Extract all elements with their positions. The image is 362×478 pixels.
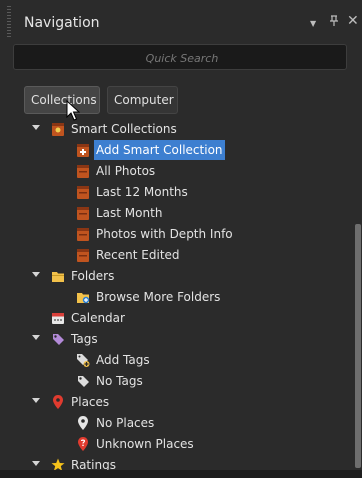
panel-title: Navigation [24,15,100,31]
pin-icon[interactable] [329,15,339,30]
collection-icon [76,163,90,179]
tree-item-calendar[interactable]: Calendar [0,308,354,328]
scrollbar-thumb[interactable] [355,224,361,468]
tree-item-recent-edited[interactable]: Recent Edited [0,245,354,265]
tree-item-label: Tags [71,332,98,346]
collection-icon [76,184,90,200]
smart-collection-icon [51,121,65,137]
mouse-cursor-icon [66,99,81,122]
tree-item-label: Add Tags [96,353,150,367]
tree-item-label: All Photos [96,164,156,178]
tree-item-label: Unknown Places [96,437,194,451]
tree-item-browse-more-folders[interactable]: Browse More Folders [0,287,354,307]
tree-item-label: Photos with Depth Info [96,227,233,241]
drag-grip[interactable] [7,6,11,38]
add-smart-collection-icon [76,142,90,158]
tree-item-folders[interactable]: Folders [0,266,354,286]
panel-titlebar[interactable]: Navigation ▼ ✕ [0,0,362,40]
navigation-panel: Navigation ▼ ✕ Collections Computer Smar… [0,0,362,478]
quick-search-field[interactable] [13,44,350,71]
tag-icon [76,373,90,389]
tab-computer[interactable]: Computer [107,86,178,114]
collections-tree: Smart Collections Add Smart Collection A… [0,118,354,478]
expand-caret-icon[interactable] [32,335,40,340]
expand-caret-icon[interactable] [32,272,40,277]
map-pin-icon [51,394,65,410]
collection-icon [76,226,90,242]
expand-caret-icon[interactable] [32,398,40,403]
tree-item-places[interactable]: Places [0,392,354,412]
tree-item-label: Last 12 Months [96,185,188,199]
tree-item-tags[interactable]: Tags [0,329,354,349]
tag-add-icon [76,352,90,368]
tree-item-label: Browse More Folders [96,290,221,304]
map-pin-unknown-icon [76,436,90,452]
tree-item-label: Recent Edited [96,248,180,262]
tree-item-all-photos[interactable]: All Photos [0,161,354,181]
tree-item-no-tags[interactable]: No Tags [0,371,354,391]
tree-item-label: Places [71,395,110,409]
tree-item-label: Smart Collections [71,122,177,136]
expand-caret-icon[interactable] [32,125,40,130]
quick-search-input[interactable] [14,45,350,71]
tree-item-last-month[interactable]: Last Month [0,203,354,223]
tree-item-last-12-months[interactable]: Last 12 Months [0,182,354,202]
calendar-icon [51,310,65,326]
tree-item-label: Folders [71,269,115,283]
tree-item-smart-collections[interactable]: Smart Collections [0,119,354,139]
tag-icon [51,331,65,347]
folder-add-icon [76,289,90,305]
tree-item-label: Calendar [71,311,125,325]
folder-icon [51,268,65,284]
expand-caret-icon[interactable] [32,461,40,466]
tree-scrollbar[interactable] [354,118,362,470]
tree-item-unknown-places[interactable]: Unknown Places [0,434,354,454]
tab-collections[interactable]: Collections [24,86,100,114]
collection-icon [76,247,90,263]
collection-icon [76,205,90,221]
tree-item-label: Add Smart Collection [94,140,225,160]
map-pin-icon [76,415,90,431]
tree-item-photos-with-depth-info[interactable]: Photos with Depth Info [0,224,354,244]
tree-item-label: No Tags [96,374,143,388]
close-icon[interactable]: ✕ [347,13,359,29]
panel-menu-icon[interactable]: ▼ [310,19,316,29]
tree-item-add-smart-collection[interactable]: Add Smart Collection [0,140,354,160]
tree-item-label: Last Month [96,206,163,220]
tree-item-add-tags[interactable]: Add Tags [0,350,354,370]
tree-item-label: No Places [96,416,155,430]
tree-item-no-places[interactable]: No Places [0,413,354,433]
panel-bottom-border [0,470,362,478]
